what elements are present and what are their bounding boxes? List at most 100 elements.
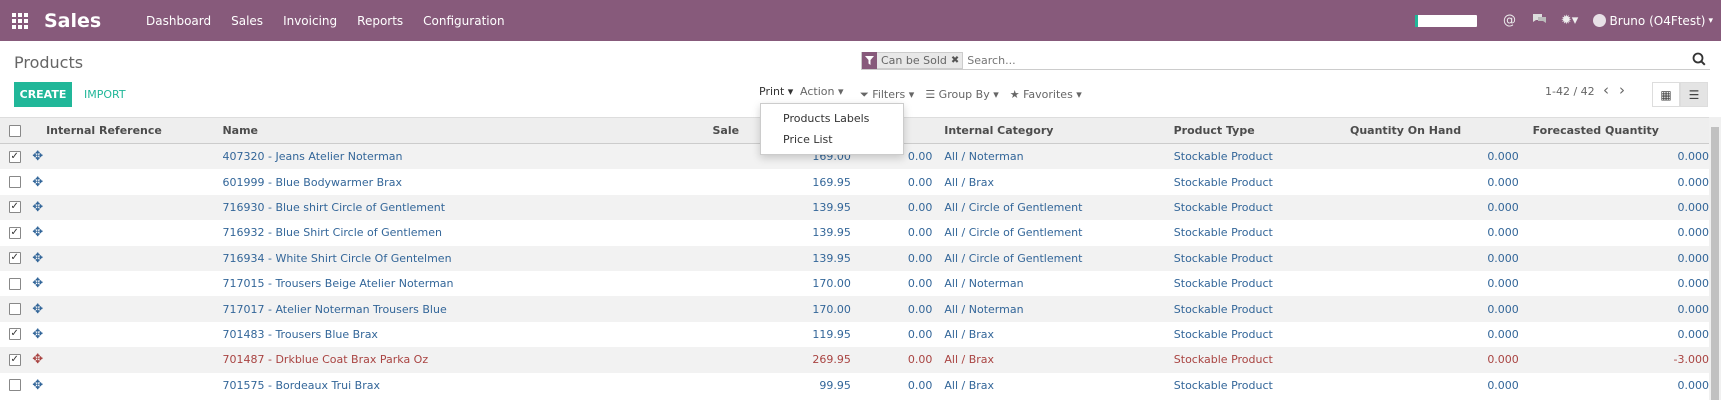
col-forecasted-quantity[interactable]: Forecasted Quantity <box>1519 124 1709 137</box>
pager-value[interactable]: 1-42 / 42 <box>1545 85 1595 98</box>
drag-handle-icon[interactable]: ✥ <box>29 149 46 164</box>
drag-handle-icon[interactable]: ✥ <box>29 200 46 215</box>
menu-configuration[interactable]: Configuration <box>413 14 514 28</box>
col-name[interactable]: Name <box>222 124 712 137</box>
drag-handle-icon[interactable]: ✥ <box>29 276 46 291</box>
cell-sale-price: 139.95 <box>812 200 851 214</box>
at-mention-icon[interactable]: @ <box>1495 13 1525 28</box>
col-product-type[interactable]: Product Type <box>1174 124 1350 137</box>
create-button[interactable]: CREATE <box>14 82 72 107</box>
chevron-down-icon: ▾ <box>1708 15 1713 26</box>
search-options: ⏷ Filters ▾ ☰ Group By ▾ ★ Favorites ▾ <box>860 88 1082 102</box>
col-quantity-on-hand[interactable]: Quantity On Hand <box>1350 124 1519 137</box>
chevron-right-icon[interactable]: › <box>1619 81 1625 99</box>
drag-handle-icon[interactable]: ✥ <box>29 378 46 393</box>
apps-grid-icon[interactable] <box>0 0 40 41</box>
cell-name: 407320 - Jeans Atelier Noterman <box>222 150 403 164</box>
app-brand[interactable]: Sales <box>44 10 136 32</box>
row-checkbox[interactable] <box>8 150 21 163</box>
row-checkbox[interactable] <box>8 379 21 392</box>
menu-invoicing[interactable]: Invoicing <box>273 14 347 28</box>
view-switcher: ▦ ☰ <box>1652 82 1708 107</box>
row-checkbox[interactable] <box>8 277 21 290</box>
table-row[interactable]: ✥ 601999 - Blue Bodywarmer Brax 169.95 0.00… <box>0 169 1709 194</box>
group-by-label: Group By <box>938 88 990 101</box>
print-menu-products-labels[interactable]: Products Labels <box>761 108 903 129</box>
drag-handle-icon[interactable]: ✥ <box>29 327 46 342</box>
row-checkbox[interactable] <box>8 303 21 316</box>
row-checkbox[interactable] <box>8 252 21 265</box>
list-view-icon[interactable]: ☰ <box>1680 82 1708 107</box>
table-row[interactable]: ✥ 716930 - Blue shirt Circle of Gentlemen… <box>0 194 1709 221</box>
table-row[interactable]: ✥ 701483 - Trousers Blue Brax 119.95 0.00 Al… <box>0 322 1709 347</box>
menu-sales[interactable]: Sales <box>221 14 273 28</box>
cell-quantity-on-hand: 0.000 <box>1487 277 1519 291</box>
user-menu[interactable]: Bruno (O4Ftest) ▾ <box>1592 14 1713 28</box>
scrollbar-thumb[interactable] <box>1711 127 1719 400</box>
cell-cost: 0.00 <box>907 378 933 392</box>
row-checkbox[interactable] <box>8 328 21 341</box>
table-row[interactable]: ✥ 716934 - White Shirt Circle Of Gentelme… <box>0 245 1709 271</box>
filters-label: Filters <box>872 88 906 101</box>
menu-dashboard[interactable]: Dashboard <box>136 14 221 28</box>
cell-forecasted-quantity: 0.000 <box>1677 150 1709 164</box>
cell-sale-price: 170.00 <box>812 302 851 316</box>
cell-name: 601999 - Blue Bodywarmer Brax <box>222 175 402 189</box>
cell-sale-price: 139.95 <box>812 226 851 240</box>
cell-internal-category: All / Circle of Gentlement <box>944 200 1083 214</box>
drag-handle-icon[interactable]: ✥ <box>29 251 46 266</box>
cell-forecasted-quantity: -3.000 <box>1673 353 1709 367</box>
drag-handle-icon[interactable]: ✥ <box>29 352 46 367</box>
cell-name: 717017 - Atelier Noterman Trousers Blue <box>222 302 447 316</box>
action-dropdown-button[interactable]: Action ▾ <box>800 85 843 98</box>
kanban-view-icon[interactable]: ▦ <box>1652 82 1680 107</box>
cell-quantity-on-hand: 0.000 <box>1487 353 1519 367</box>
cell-quantity-on-hand: 0.000 <box>1487 150 1519 164</box>
favorites-button[interactable]: ★ Favorites ▾ <box>1010 88 1082 102</box>
chevron-left-icon[interactable]: ‹ <box>1603 81 1609 99</box>
cell-product-type: Stockable Product <box>1173 327 1273 341</box>
vertical-scrollbar[interactable] <box>1709 117 1721 400</box>
chat-icon[interactable] <box>1525 13 1555 29</box>
cell-internal-category: All / Circle of Gentlement <box>944 251 1083 265</box>
print-dropdown-button[interactable]: Print ▾ <box>759 85 793 98</box>
progress-fill <box>1414 14 1418 27</box>
drag-handle-icon[interactable]: ✥ <box>29 175 46 190</box>
col-internal-reference[interactable]: Internal Reference <box>46 124 222 137</box>
close-icon[interactable]: ✖ <box>950 52 963 68</box>
filters-button[interactable]: ⏷ Filters ▾ <box>860 88 914 102</box>
import-button[interactable]: IMPORT <box>84 88 126 101</box>
search-icon[interactable] <box>1692 52 1708 68</box>
search-facet[interactable]: Can be Sold ✖ <box>861 51 964 69</box>
drag-handle-icon[interactable]: ✥ <box>29 302 46 317</box>
cell-quantity-on-hand: 0.000 <box>1487 302 1519 316</box>
row-checkbox[interactable] <box>8 226 21 239</box>
cell-sale-price: 169.95 <box>812 175 851 189</box>
row-checkbox[interactable] <box>8 176 21 189</box>
col-internal-category[interactable]: Internal Category <box>938 124 1173 137</box>
cell-sale-price: 99.95 <box>819 378 851 392</box>
menu-reports[interactable]: Reports <box>347 14 413 28</box>
search-input[interactable] <box>967 53 1692 67</box>
row-checkbox[interactable] <box>8 201 21 214</box>
navbar-right: @ ✹▾ Bruno (O4Ftest) ▾ <box>1414 0 1721 41</box>
products-table: Internal Reference Name Sale Internal Ca… <box>0 117 1709 398</box>
group-by-button[interactable]: ☰ Group By ▾ <box>925 88 998 102</box>
cell-name: 716934 - White Shirt Circle Of Gentelmen <box>222 251 452 265</box>
debug-bug-icon[interactable]: ✹▾ <box>1555 13 1585 28</box>
table-row[interactable]: ✥ 717015 - Trousers Beige Atelier Noterma… <box>0 271 1709 296</box>
table-row[interactable]: ✥ 716932 - Blue Shirt Circle of Gentlemen… <box>0 220 1709 245</box>
onboarding-progress-bar[interactable] <box>1414 14 1477 27</box>
table-row[interactable]: ✥ 701487 - Drkblue Coat Brax Parka Oz 269.… <box>0 347 1709 373</box>
table-row[interactable]: ✥ 701575 - Bordeaux Trui Brax 99.95 0.00 All… <box>0 373 1709 398</box>
cell-product-type: Stockable Product <box>1173 200 1273 214</box>
select-all-checkbox[interactable] <box>8 124 21 137</box>
cell-forecasted-quantity: 0.000 <box>1677 251 1709 265</box>
print-menu-price-list[interactable]: Price List <box>761 129 903 150</box>
drag-handle-icon[interactable]: ✥ <box>29 225 46 240</box>
row-checkbox[interactable] <box>8 353 21 366</box>
top-navbar: Sales Dashboard Sales Invoicing Reports … <box>0 0 1721 41</box>
table-row[interactable]: ✥ 717017 - Atelier Noterman Trousers Blue… <box>0 296 1709 322</box>
facet-value: Can be Sold <box>877 52 951 68</box>
pager-nav: ‹ › <box>1603 81 1625 99</box>
